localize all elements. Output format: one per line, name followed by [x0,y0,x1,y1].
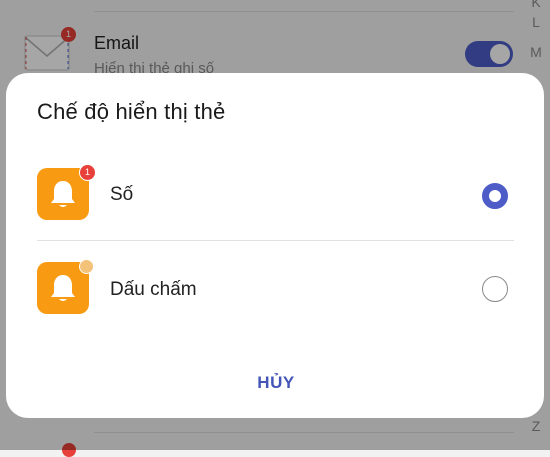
cancel-button[interactable]: HỦY [226,365,326,401]
radio-unselected[interactable] [482,276,508,302]
option-label: Dấu chấm [110,279,197,300]
option-dot[interactable]: Dấu chấm [6,245,544,337]
number-badge: 1 [79,164,96,181]
badge-style-dialog: Chế độ hiển thị thẻ 1 Số Dấu chấm HỦY [6,73,544,418]
option-number[interactable]: 1 Số [6,150,544,242]
dot-badge [79,259,94,274]
bell-icon [51,275,75,301]
dialog-title: Chế độ hiển thị thẻ [37,99,226,124]
option-label: Số [110,184,134,205]
divider [37,240,514,241]
radio-selected[interactable] [482,183,508,209]
bell-icon [51,181,75,207]
